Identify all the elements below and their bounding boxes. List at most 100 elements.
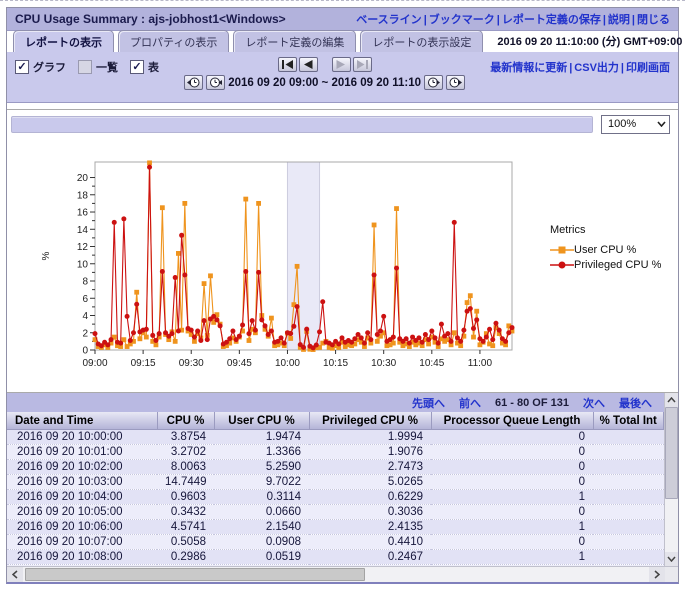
privileged-cpu-marker-icon bbox=[550, 260, 574, 270]
checkbox-table-label: 表 bbox=[148, 59, 159, 75]
svg-text:09:15: 09:15 bbox=[131, 358, 156, 369]
titlebar-link-5[interactable]: 閉じる bbox=[637, 14, 670, 26]
svg-text:6: 6 bbox=[82, 294, 88, 305]
horizontal-scroll-track[interactable] bbox=[23, 567, 649, 582]
scroll-up-button[interactable] bbox=[665, 393, 678, 407]
cpu-usage-chart: 02468101214161820%09:0009:1509:3009:4510… bbox=[7, 148, 537, 388]
horizontal-scroll-thumb[interactable] bbox=[25, 568, 365, 581]
cell-value: 9.7022 bbox=[214, 475, 309, 490]
column-header-6: % Total Int bbox=[593, 412, 664, 430]
cell-value: 0 bbox=[431, 535, 593, 550]
vertical-scroll-thumb[interactable] bbox=[665, 407, 678, 499]
toolbar-link-2[interactable]: CSV出力 bbox=[574, 62, 619, 74]
cell-value: 2.1540 bbox=[214, 520, 309, 535]
svg-text:14: 14 bbox=[77, 225, 89, 236]
zoom-slider-bar[interactable] bbox=[11, 116, 593, 133]
svg-text:4: 4 bbox=[82, 311, 88, 322]
legend-user-cpu-label: User CPU % bbox=[574, 244, 636, 256]
link-separator: | bbox=[497, 14, 500, 26]
svg-text:10:45: 10:45 bbox=[419, 358, 444, 369]
cell-value: 1 bbox=[431, 490, 593, 505]
svg-text:09:45: 09:45 bbox=[227, 358, 252, 369]
zoom-level-value: 100% bbox=[608, 118, 636, 130]
table-row: 2016 09 20 10:00:003.87541.94741.99940 bbox=[7, 430, 664, 445]
cell-datetime: 2016 09 20 10:04:00 bbox=[7, 490, 157, 505]
table-checkbox-icon[interactable] bbox=[130, 60, 144, 74]
time-forward-icon bbox=[427, 77, 440, 88]
column-header-2: CPU % bbox=[157, 412, 214, 430]
cell-value: 0.0519 bbox=[214, 550, 309, 565]
vertical-scroll-track[interactable] bbox=[665, 407, 678, 552]
page-top-divider bbox=[0, 0, 685, 1]
cell-value: 0.3432 bbox=[157, 505, 214, 520]
tab-property-view[interactable]: プロパティの表示 bbox=[118, 30, 229, 52]
tab-report-view[interactable]: レポートの表示 bbox=[13, 30, 114, 52]
pagination-prev-link[interactable]: 前へ bbox=[459, 395, 481, 411]
time-back-button[interactable] bbox=[206, 75, 225, 90]
tab-report-display-settings[interactable]: レポートの表示設定 bbox=[360, 30, 483, 52]
tab-edit-report-definition[interactable]: レポート定義の編集 bbox=[233, 30, 356, 52]
scroll-right-icon bbox=[654, 570, 660, 579]
user-cpu-marker-icon bbox=[550, 245, 574, 255]
time-range-row: 2016 09 20 09:00 ~ 2016 09 20 11:10 bbox=[184, 75, 465, 90]
pagination-last-link[interactable]: 最後へ bbox=[619, 395, 652, 411]
time-back-icon bbox=[209, 77, 222, 88]
report-datetime: 2016 09 20 11:10:00 (分) GMT+09:00 bbox=[497, 33, 682, 52]
page-title: CPU Usage Summary : ajs-jobhost1<Windows… bbox=[15, 12, 286, 26]
next-page-button[interactable] bbox=[332, 57, 351, 72]
cell-value: 1 bbox=[431, 550, 593, 565]
vertical-scrollbar[interactable] bbox=[664, 393, 678, 566]
titlebar-link-2[interactable]: ブックマーク bbox=[429, 14, 495, 26]
last-page-icon bbox=[357, 60, 368, 69]
cell-value: 0.2467 bbox=[309, 550, 431, 565]
last-page-button[interactable] bbox=[353, 57, 372, 72]
cell-value: 3.2702 bbox=[157, 445, 214, 460]
scroll-right-button[interactable] bbox=[649, 567, 665, 582]
checkbox-list[interactable]: 一覧 bbox=[78, 59, 118, 75]
time-forward-button[interactable] bbox=[424, 75, 443, 90]
page-nav-buttons bbox=[278, 57, 372, 72]
time-back-large-button[interactable] bbox=[184, 75, 203, 90]
previous-page-button[interactable] bbox=[299, 57, 318, 72]
pagination-next-link[interactable]: 次へ bbox=[583, 395, 605, 411]
cell-value bbox=[593, 550, 664, 565]
zoom-level-select[interactable]: 100% bbox=[601, 115, 670, 134]
pagination-first-link[interactable]: 先頭へ bbox=[412, 395, 445, 411]
checkbox-table[interactable]: 表 bbox=[130, 59, 159, 75]
cell-value: 0 bbox=[431, 445, 593, 460]
first-page-button[interactable] bbox=[278, 57, 297, 72]
link-separator: | bbox=[621, 62, 624, 74]
link-separator: | bbox=[632, 14, 635, 26]
list-checkbox-icon[interactable] bbox=[78, 60, 92, 74]
svg-text:10: 10 bbox=[77, 259, 89, 270]
time-navigation: 2016 09 20 09:00 ~ 2016 09 20 11:10 bbox=[159, 57, 490, 90]
horizontal-scrollbar[interactable] bbox=[7, 566, 678, 582]
cell-value bbox=[593, 505, 664, 520]
titlebar-link-4[interactable]: 説明 bbox=[608, 14, 630, 26]
svg-text:%: % bbox=[41, 251, 52, 260]
table-row: 2016 09 20 10:08:000.29860.05190.24671 bbox=[7, 550, 664, 565]
column-header-4: Privileged CPU % bbox=[309, 412, 431, 430]
titlebar-link-1[interactable]: ベースライン bbox=[356, 14, 421, 26]
scroll-left-button[interactable] bbox=[7, 567, 23, 582]
checkbox-graph[interactable]: グラフ bbox=[15, 59, 66, 75]
cell-value: 0.3114 bbox=[214, 490, 309, 505]
toolbar-links: 最新情報に更新|CSV出力|印刷画面 bbox=[490, 59, 670, 75]
svg-text:09:00: 09:00 bbox=[82, 358, 107, 369]
cell-value: 2.7473 bbox=[309, 460, 431, 475]
toolbar-link-1[interactable]: 最新情報に更新 bbox=[490, 62, 567, 74]
pagination-range: 61 - 80 OF 131 bbox=[495, 397, 569, 409]
table-row: 2016 09 20 10:04:000.96030.31140.62291 bbox=[7, 490, 664, 505]
toolbar-link-3[interactable]: 印刷画面 bbox=[626, 62, 670, 74]
scroll-down-icon bbox=[667, 556, 676, 562]
table-row: 2016 09 20 10:01:003.27021.33661.90760 bbox=[7, 445, 664, 460]
report-window: CPU Usage Summary : ajs-jobhost1<Windows… bbox=[6, 7, 679, 584]
graph-checkbox-icon[interactable] bbox=[15, 60, 29, 74]
cell-value: 1.9994 bbox=[309, 430, 431, 445]
svg-text:16: 16 bbox=[77, 208, 89, 219]
column-header-5: Processor Queue Length bbox=[431, 412, 593, 430]
time-forward-large-button[interactable] bbox=[446, 75, 465, 90]
scroll-down-button[interactable] bbox=[665, 552, 678, 566]
scroll-up-icon bbox=[667, 397, 676, 403]
titlebar-link-3[interactable]: レポート定義の保存 bbox=[502, 14, 601, 26]
